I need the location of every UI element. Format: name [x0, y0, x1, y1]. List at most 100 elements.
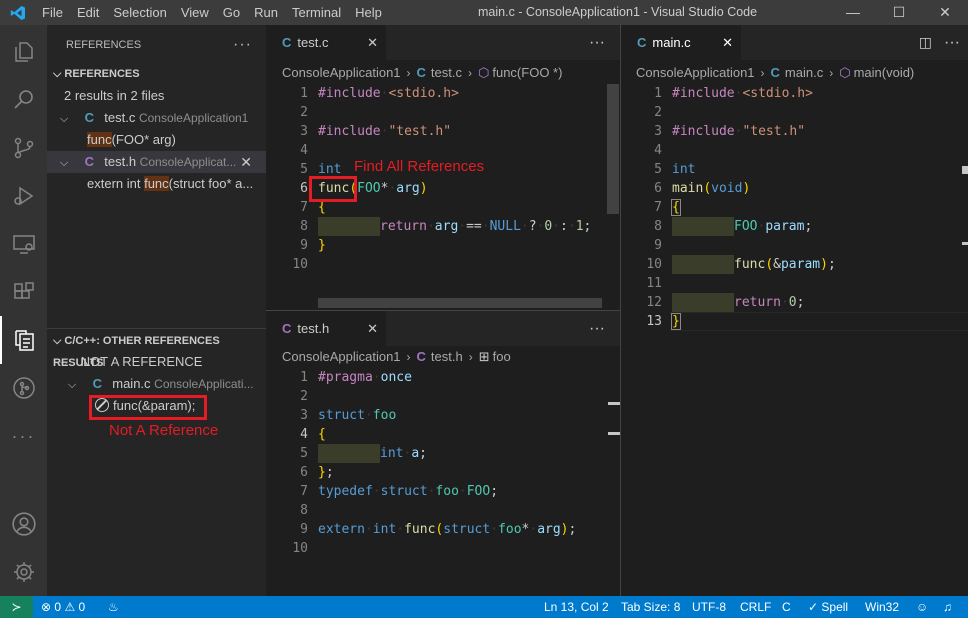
close-tab-icon[interactable]: ✕ [367, 25, 378, 60]
c-file-icon: C [282, 35, 292, 50]
split-editor-icon[interactable]: ◫ [919, 25, 932, 60]
menu-view[interactable]: View [174, 0, 216, 25]
cursor-position[interactable]: Ln 13, Col 2 [544, 596, 609, 618]
close-window-button[interactable]: ✕ [922, 0, 968, 25]
close-tab-icon[interactable]: ✕ [722, 25, 733, 60]
menu-edit[interactable]: Edit [70, 0, 106, 25]
explorer-icon[interactable] [0, 28, 47, 76]
more-icon[interactable]: ··· [0, 412, 47, 460]
symbol-method-icon: ⬡ [839, 65, 851, 80]
menu-selection[interactable]: Selection [106, 0, 173, 25]
file-name: main.c [112, 376, 151, 391]
tab-size[interactable]: Tab Size: 8 [621, 596, 680, 618]
chevron-right-icon: › [406, 66, 411, 80]
end-of-line[interactable]: CRLF [740, 596, 771, 618]
notifications-bell-icon[interactable]: ♫ [943, 596, 952, 618]
language-mode[interactable]: C [782, 596, 791, 618]
file-encoding[interactable]: UTF-8 [692, 596, 726, 618]
reference-match-test-h[interactable]: extern int func(struct foo* a... [47, 173, 266, 195]
sidebar-more-actions-icon[interactable]: ··· [233, 25, 252, 65]
reference-file-test-h[interactable]: ⌵ C test.h ConsoleApplicat... ✕ [47, 151, 266, 173]
match-suffix: (struct foo* a... [168, 176, 254, 191]
references-summary: 2 results in 2 files [64, 88, 165, 103]
breadcrumb-symbol[interactable]: main(void) [854, 65, 915, 80]
code-token: int [672, 162, 696, 177]
menu-go[interactable]: Go [216, 0, 247, 25]
breadcrumb-project[interactable]: ConsoleApplication1 [282, 349, 401, 364]
code-token: struct [443, 522, 491, 537]
c-file-icon: C [84, 110, 95, 125]
account-icon[interactable] [0, 500, 47, 548]
breadcrumb-symbol[interactable]: func(FOO *) [492, 65, 562, 80]
other-references-section-header[interactable]: ⌵ C/C++: OTHER REFERENCES RESULTS [47, 330, 266, 369]
menu-run[interactable]: Run [247, 0, 285, 25]
breadcrumb-file[interactable]: test.c [431, 65, 462, 80]
c-header-file-icon: C [282, 321, 292, 336]
code-token: param [780, 257, 821, 272]
code-token: int [372, 522, 397, 537]
references-section-title: REFERENCES [64, 68, 140, 80]
code-token: 1 [575, 219, 584, 234]
code-test-h[interactable]: 1 #pragma·once 2 3 struct·foo 4{ 5 int·a; 6… [278, 368, 608, 568]
problems-indicator[interactable]: ⊗ 0 ⚠ 0 [41, 596, 85, 618]
tab-test-c[interactable]: Ctest.c ✕ [266, 25, 386, 60]
horizontal-scrollbar[interactable] [318, 298, 602, 308]
warning-count: 0 [78, 600, 86, 614]
breadcrumb-symbol[interactable]: foo [493, 349, 511, 364]
breadcrumb-project[interactable]: ConsoleApplication1 [282, 65, 401, 80]
code-token: arg [434, 219, 459, 234]
code-token: void [711, 181, 743, 196]
git-graph-icon[interactable] [0, 364, 47, 412]
menu-help[interactable]: Help [348, 0, 389, 25]
code-token: "test.h" [388, 124, 452, 139]
other-file-main-c[interactable]: ⌵ C main.c ConsoleApplicati... [47, 373, 266, 395]
maximize-button[interactable]: ☐ [876, 0, 922, 25]
code-token: FOO [357, 181, 381, 196]
minimize-button[interactable]: — [830, 0, 876, 25]
references-section-header[interactable]: ⌵ REFERENCES [47, 63, 266, 85]
references-sidebar: REFERENCES ··· ⌵ REFERENCES 2 results in… [47, 25, 266, 596]
remote-indicator[interactable]: ≻ [0, 596, 33, 618]
menu-file[interactable]: File [35, 0, 70, 25]
breadcrumb: ConsoleApplication1 › Ctest.c › ⬡ func(FOO *) [282, 62, 562, 84]
extensions-icon[interactable] [0, 268, 47, 316]
reference-file-test-c[interactable]: ⌵ C test.c ConsoleApplication1 [47, 107, 266, 129]
run-debug-icon[interactable] [0, 172, 47, 220]
symbol-method-icon: ⬡ [478, 65, 490, 80]
spell-check[interactable]: ✓ Spell [808, 596, 848, 618]
chevron-right-icon: › [829, 66, 834, 80]
tab-main-c[interactable]: Cmain.c ✕ [621, 25, 741, 60]
editor-more-actions-icon[interactable]: ··· [589, 311, 605, 346]
vertical-scrollbar[interactable] [607, 84, 619, 214]
tab-label: test.h [297, 321, 330, 336]
code-token: return [734, 295, 781, 310]
code-main-c[interactable]: 1 #include·<stdio.h> 2 3 #include·"test.h"… [632, 84, 962, 344]
code-token: return [380, 219, 427, 234]
feedback-icon[interactable]: ☺ [916, 596, 928, 618]
reference-match-test-c[interactable]: func(FOO* arg) [47, 129, 266, 151]
dismiss-icon[interactable]: ✕ [240, 151, 252, 173]
menu-bar: File Edit Selection View Go Run Terminal… [35, 0, 389, 25]
tab-test-h[interactable]: Ctest.h ✕ [266, 311, 386, 346]
editor-more-actions-icon[interactable]: ··· [944, 25, 960, 60]
settings-gear-icon[interactable] [0, 548, 47, 596]
references-icon[interactable] [0, 316, 47, 364]
editor-more-actions-icon[interactable]: ··· [589, 25, 605, 60]
close-tab-icon[interactable]: ✕ [367, 311, 378, 346]
breadcrumb-file[interactable]: test.h [431, 349, 463, 364]
not-a-reference-group[interactable]: ⌵ NOT A REFERENCE [47, 351, 266, 373]
flame-icon[interactable]: ♨ [108, 596, 119, 618]
tab-label: main.c [652, 35, 691, 50]
source-control-icon[interactable] [0, 124, 47, 172]
code-token: a [411, 446, 420, 461]
search-icon[interactable] [0, 76, 47, 124]
breadcrumb-project[interactable]: ConsoleApplication1 [636, 65, 755, 80]
breadcrumb-file[interactable]: main.c [785, 65, 823, 80]
remote-explorer-icon[interactable] [0, 220, 47, 268]
editor-group-divider [620, 25, 621, 596]
editor-tabbar-test-h: Ctest.h ✕ ··· [266, 311, 621, 346]
overview-ruler-marker [608, 432, 620, 435]
menu-terminal[interactable]: Terminal [285, 0, 348, 25]
find-all-references-highlight [309, 176, 357, 202]
platform-config[interactable]: Win32 [865, 596, 899, 618]
